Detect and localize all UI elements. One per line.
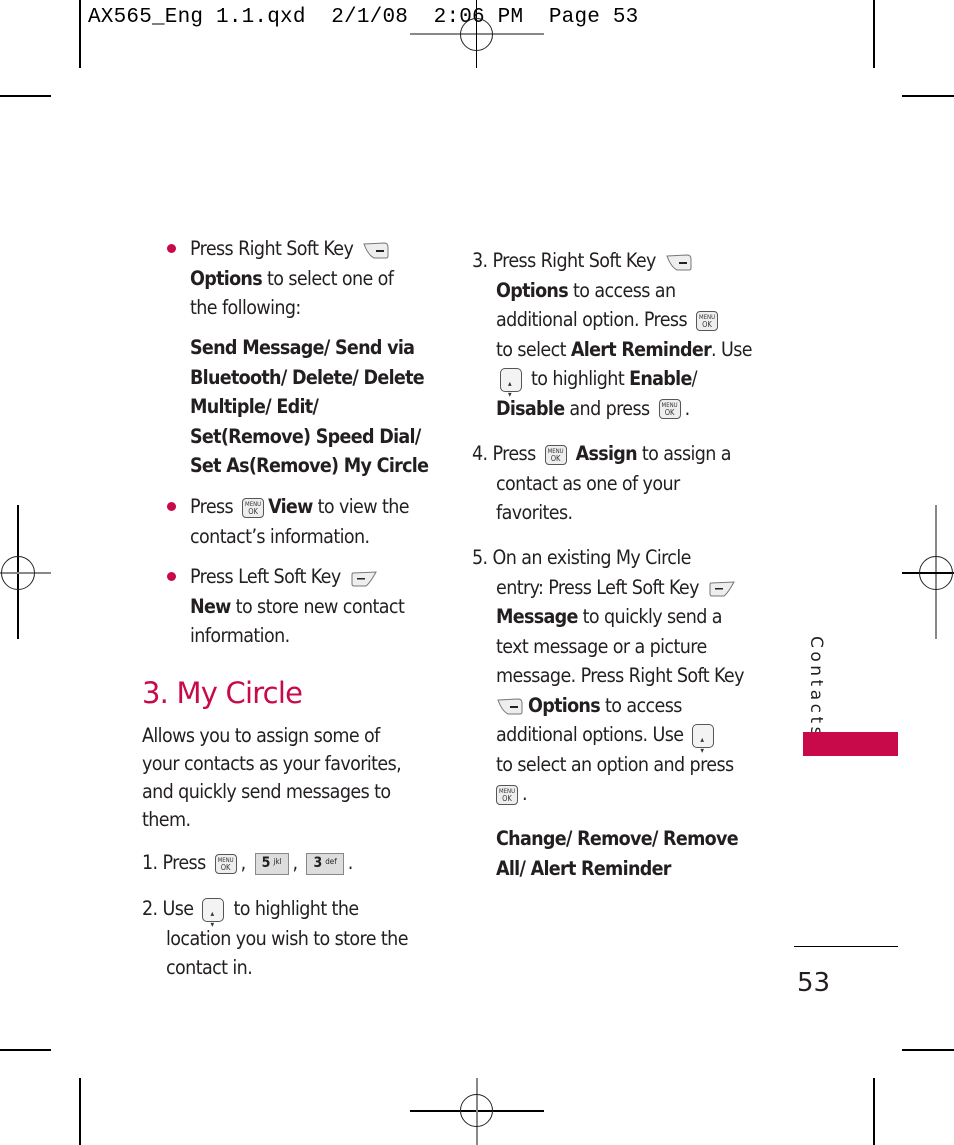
left-soft-key-icon [709,581,735,597]
step-3: 3. Press Right Soft Key Options to acces… [472,246,772,423]
menu-ok-key-icon: MENU OK [242,497,265,518]
side-tab-bar [803,732,898,756]
right-soft-key-icon [666,253,692,270]
page-number: 53 [797,968,831,998]
bullet-dot [167,572,176,581]
page-number-rule [794,946,898,948]
menu-ok-key-icon: MENU OK [544,444,567,465]
key-5-icon: 5 jkl [254,852,289,875]
bullet-new: Press Left Soft Key New to store new con… [167,562,450,651]
navigation-key-icon [500,367,522,409]
section-heading: 3. My Circle [142,676,303,710]
options-list-left: Send Message/ Send via Bluetooth/ Delete… [190,336,429,477]
step-1: 1. Press MENU OK, 5 jkl, 3 def. [142,851,353,875]
step-5: 5. On an existing My Circle entry: Press… [472,543,772,809]
bullet-dot [167,502,176,511]
options-label: Options [190,266,263,290]
right-soft-key-icon [497,698,523,715]
left-soft-key-icon [351,570,377,586]
section-intro: Allows you to assign some of your contac… [142,724,402,831]
key-3-icon: 3 def [306,852,344,875]
right-soft-key-icon [363,241,389,258]
menu-ok-key-icon: MENU OK [658,399,681,419]
menu-ok-key-icon: MENU OK [214,853,237,874]
step-4: 4. Press MENU OK Assign to assign a conta… [472,442,732,524]
bullet-right-soft-key-options: Press Right Soft Key Options to select o… [167,234,450,323]
step-2: 2. Use to highlight the location you wis… [142,894,442,983]
navigation-key-icon [202,897,225,939]
menu-ok-key-icon: MENU OK [496,784,518,805]
options-list-right: Change/ Remove/ Remove All/ Alert Remind… [496,827,739,880]
bullet-dot [167,244,176,253]
bullet-view: Press MENU OK View to view the contact’s i… [167,492,450,551]
navigation-key-icon [692,723,715,765]
menu-ok-key-icon: MENU OK [696,310,718,331]
print-slug: AX565_Eng 1.1.qxd 2/1/08 2:06 PM Page 53 [88,6,639,29]
side-tab-label: Contacts [806,636,826,739]
